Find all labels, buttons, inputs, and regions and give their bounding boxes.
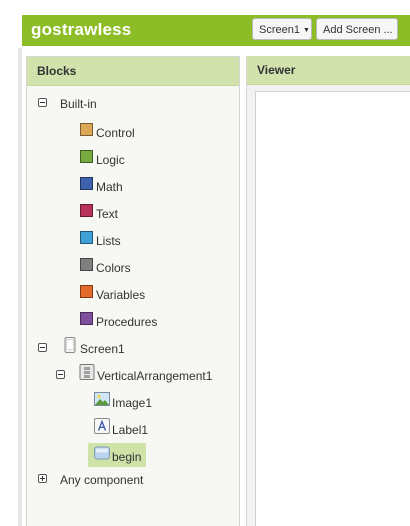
tree-item-variables[interactable]: Variables: [96, 287, 145, 303]
blocks-panel-header: Blocks: [27, 57, 239, 86]
image-icon: [94, 392, 110, 406]
tree-item-screen1[interactable]: Screen1: [80, 341, 125, 357]
tree-item-control[interactable]: Control: [96, 125, 135, 141]
screen-icon: [64, 337, 76, 353]
tree-item-builtin[interactable]: Built-in: [60, 96, 97, 112]
button-icon: [94, 446, 110, 460]
app-title: gostrawless: [31, 20, 132, 39]
variables-color-swatch-icon: [80, 285, 93, 298]
tree-item-begin[interactable]: begin: [112, 449, 141, 465]
tree-item-lists[interactable]: Lists: [96, 233, 121, 249]
tree-item-logic[interactable]: Logic: [96, 152, 125, 168]
label-icon: [94, 418, 110, 434]
left-edge-divider: [18, 48, 22, 526]
tree-item-procedures[interactable]: Procedures: [96, 314, 157, 330]
viewer-canvas[interactable]: [255, 91, 410, 526]
add-screen-button[interactable]: Add Screen ...: [316, 18, 398, 40]
tree-item-colors[interactable]: Colors: [96, 260, 131, 276]
screen-selector-label: Screen1: [259, 24, 300, 36]
procedures-color-swatch-icon: [80, 312, 93, 325]
dropdown-caret-icon: ▼: [302, 27, 310, 34]
viewer-panel-header: Viewer: [247, 56, 410, 85]
math-color-swatch-icon: [80, 177, 93, 190]
colors-color-swatch-icon: [80, 258, 93, 271]
control-color-swatch-icon: [80, 123, 93, 136]
lists-color-swatch-icon: [80, 231, 93, 244]
viewer-panel: Viewer: [246, 56, 410, 526]
tree-item-text[interactable]: Text: [96, 206, 118, 222]
tree-item-verticalarrangement1[interactable]: VerticalArrangement1: [97, 368, 212, 384]
collapse-screen1-icon[interactable]: [38, 343, 47, 352]
screen-selector-dropdown[interactable]: Screen1 ▼: [252, 18, 312, 40]
expand-any-component-icon[interactable]: [38, 474, 47, 483]
tree-item-math[interactable]: Math: [96, 179, 123, 195]
text-color-swatch-icon: [80, 204, 93, 217]
tree-item-image1[interactable]: Image1: [112, 395, 152, 411]
logic-color-swatch-icon: [80, 150, 93, 163]
app-topbar: gostrawless Screen1 ▼ Add Screen ...: [22, 15, 410, 46]
collapse-builtin-icon[interactable]: [38, 98, 47, 107]
tree-item-any-component[interactable]: Any component: [60, 472, 143, 488]
collapse-verticalarrangement1-icon[interactable]: [56, 370, 65, 379]
vertical-arrangement-icon: [79, 364, 95, 380]
tree-item-label1[interactable]: Label1: [112, 422, 148, 438]
